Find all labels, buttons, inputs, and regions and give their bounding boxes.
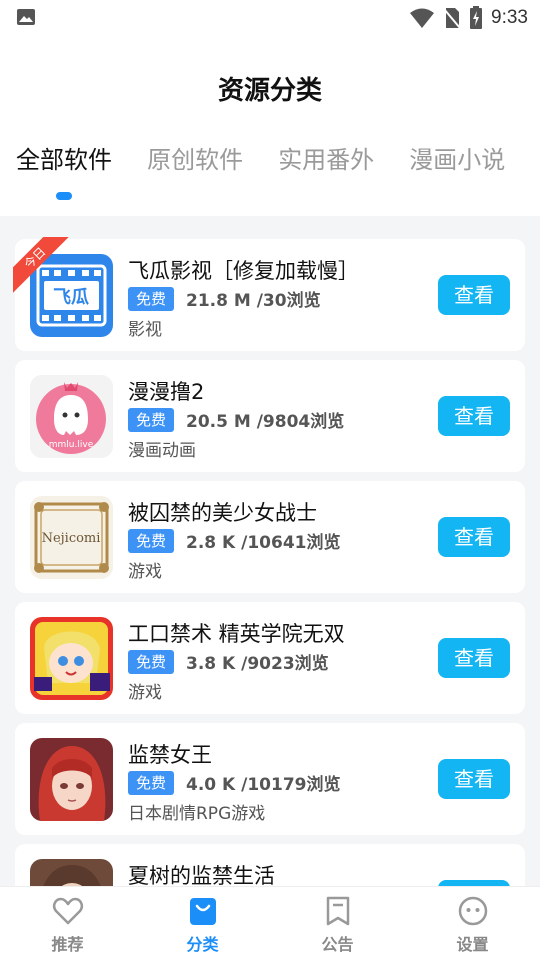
- page-title: 资源分类: [217, 76, 322, 106]
- list-item[interactable]: 飞瓜 今日 飞瓜影视［修复加载慢］ 免费 21.8 M /30浏览 影视 查看: [13, 237, 525, 351]
- nav-label: 推荐: [51, 935, 84, 954]
- tab-practical-extras[interactable]: 实用番外: [278, 140, 374, 200]
- view-button[interactable]: 查看: [438, 396, 510, 436]
- bottom-nav: 推荐 分类 公告 设置: [0, 886, 540, 960]
- view-button[interactable]: 查看: [438, 638, 510, 678]
- mmlu-ghost-icon: mmlu.live: [30, 375, 113, 458]
- tab-label: 全部软件: [16, 146, 112, 174]
- tab-label: 漫画小说: [409, 146, 506, 174]
- view-button[interactable]: 查看: [438, 759, 510, 799]
- resource-list[interactable]: 飞瓜 今日 飞瓜影视［修复加载慢］ 免费 21.8 M /30浏览 影视 查看 …: [0, 216, 540, 886]
- bag-icon: [189, 898, 216, 925]
- item-category: 影视: [128, 320, 162, 340]
- no-sim-icon: [443, 8, 461, 29]
- free-badge: 免费: [128, 770, 175, 795]
- status-bar: 9:33: [0, 0, 540, 36]
- item-category: 游戏: [128, 683, 162, 703]
- item-title: 监禁女王: [128, 743, 212, 767]
- item-stats: 21.8 M /30浏览: [186, 291, 321, 311]
- item-stats: 3.8 K /9023浏览: [186, 654, 329, 674]
- nejicomi-frame-icon: Nejicomi: [30, 496, 113, 579]
- list-item[interactable]: 夏树的监禁生活: [15, 844, 525, 886]
- list-item[interactable]: 监禁女王 免费 4.0 K /10179浏览 日本剧情RPG游戏 查看: [15, 723, 525, 835]
- nav-recommend[interactable]: 推荐: [0, 887, 135, 960]
- free-badge: 免费: [128, 407, 175, 432]
- item-title: 漫漫撸2: [128, 380, 205, 404]
- item-category: 漫画动画: [128, 441, 196, 461]
- svg-text:mmlu.live: mmlu.live: [49, 440, 94, 450]
- bookmark-icon: [326, 896, 349, 926]
- item-category: 日本剧情RPG游戏: [128, 804, 266, 824]
- wifi-icon: [410, 8, 435, 28]
- nav-category[interactable]: 分类: [135, 887, 270, 960]
- nav-label: 分类: [186, 935, 219, 954]
- item-title: 工口禁术 精英学院无双: [128, 622, 345, 646]
- nav-label: 设置: [456, 935, 489, 954]
- brown-hair-girl-icon: [30, 859, 113, 886]
- free-badge: 免费: [128, 528, 175, 553]
- face-icon: [458, 896, 487, 926]
- free-badge: 免费: [128, 649, 175, 674]
- tab-label: 原创软件: [147, 146, 244, 174]
- view-button[interactable]: 查看: [438, 517, 510, 557]
- today-ribbon: 今日: [13, 237, 69, 293]
- active-tab-indicator: [56, 192, 72, 200]
- category-tabs: 全部软件 原创软件 实用番外 漫画小说 影: [16, 140, 540, 210]
- item-category: 游戏: [128, 562, 162, 582]
- status-time: 9:33: [491, 7, 528, 28]
- item-stats: 20.5 M /9804浏览: [186, 412, 345, 432]
- view-button[interactable]: 查看: [438, 275, 510, 315]
- svg-text:Nejicomi: Nejicomi: [42, 531, 101, 546]
- gallery-notification-icon: [17, 9, 35, 25]
- tab-all-software[interactable]: 全部软件: [16, 140, 112, 200]
- item-stats: 4.0 K /10179浏览: [186, 775, 341, 795]
- nav-label: 公告: [321, 935, 354, 954]
- list-item[interactable]: Nejicomi 被囚禁的美少女战士 免费 2.8 K /10641浏览 游戏 …: [15, 481, 525, 593]
- item-title: 被囚禁的美少女战士: [128, 501, 317, 525]
- nav-announcement[interactable]: 公告: [270, 887, 405, 960]
- item-title: 飞瓜影视［修复加载慢］: [128, 259, 359, 283]
- anime-girl-game-icon: [30, 617, 113, 700]
- nav-settings[interactable]: 设置: [405, 887, 540, 960]
- heart-icon: [52, 897, 83, 925]
- red-hair-girl-icon: [30, 738, 113, 821]
- battery-charging-icon: [470, 6, 483, 29]
- list-item[interactable]: 工口禁术 精英学院无双 免费 3.8 K /9023浏览 游戏 查看: [15, 602, 525, 714]
- list-item[interactable]: mmlu.live 漫漫撸2 免费 20.5 M /9804浏览 漫画动画 查看: [15, 360, 525, 472]
- tab-label: 实用番外: [278, 146, 375, 174]
- free-badge: 免费: [128, 286, 175, 311]
- item-title: 夏树的监禁生活: [128, 864, 275, 886]
- tab-comics-novels[interactable]: 漫画小说: [409, 140, 505, 200]
- item-stats: 2.8 K /10641浏览: [186, 533, 341, 553]
- tab-original-software[interactable]: 原创软件: [147, 140, 243, 200]
